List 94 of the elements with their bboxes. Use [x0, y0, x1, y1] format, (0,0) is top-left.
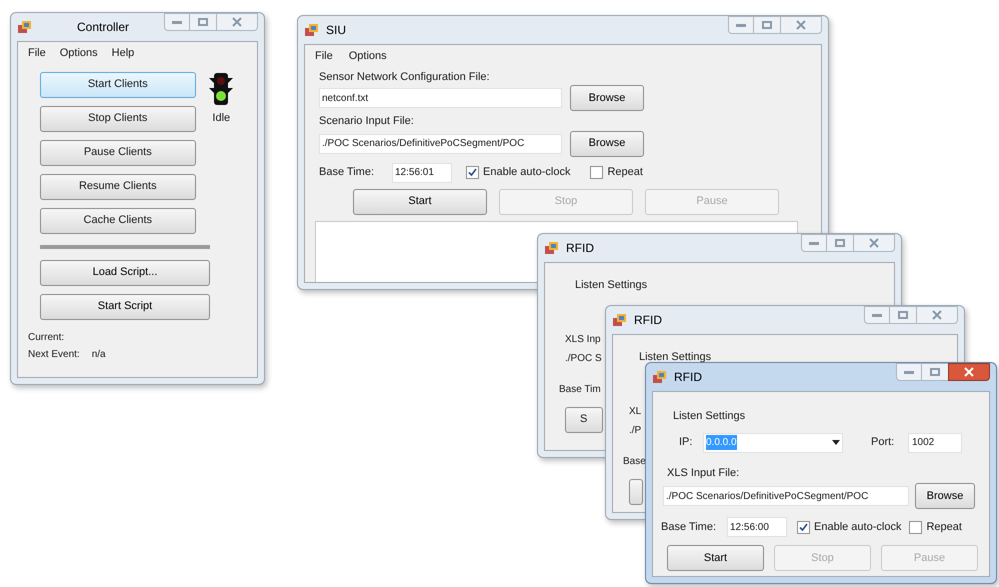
minimize-button[interactable] [896, 363, 922, 381]
checkmark-icon [799, 522, 808, 532]
maximize-button[interactable] [827, 234, 853, 252]
input-field[interactable]: ./POC Scenarios/DefinitivePoCSegment/POC [319, 134, 562, 154]
browse-button[interactable]: Load Script... [40, 260, 210, 286]
window-title: Controller [77, 19, 130, 36]
input-field[interactable]: 1002 [908, 432, 962, 452]
window-title: RFID [566, 240, 594, 257]
group-label: Listen Settings [575, 278, 648, 293]
minimize-icon [172, 20, 182, 24]
app-icon [612, 312, 628, 328]
checkbox-label: Repeat [607, 165, 643, 180]
menu-item[interactable]: File [28, 45, 46, 62]
group-label: Listen Settings [639, 350, 712, 365]
field-label: IP: [679, 435, 694, 450]
dropdown-value: 0.0.0.0 [706, 435, 737, 450]
menu-item[interactable]: Options [60, 45, 98, 62]
field-label: XLS Input File: [667, 466, 740, 480]
app-icon [652, 369, 668, 385]
input-field[interactable]: ./P [629, 422, 642, 438]
field-label: Base Time: [319, 165, 376, 180]
action-button[interactable]: Start [667, 545, 764, 571]
input-field[interactable]: ./POC Scenarios/DefinitivePoCSegment/POC [663, 486, 909, 506]
action-button[interactable]: Start [353, 188, 487, 214]
minimize-icon [872, 314, 882, 316]
maximize-icon [762, 21, 772, 29]
maximize-icon [930, 368, 940, 376]
minimize-button[interactable] [864, 306, 890, 324]
checkbox[interactable] [909, 520, 922, 534]
maximize-icon [898, 311, 908, 319]
minimize-button[interactable] [801, 234, 827, 252]
traffic-light-icon [209, 72, 234, 106]
next-event-label: Next Event: [28, 348, 80, 362]
minimize-icon [736, 24, 746, 26]
field-label: Base [623, 454, 646, 468]
minimize-icon [809, 242, 819, 244]
close-icon [796, 20, 806, 30]
input-field[interactable]: netconf.txt [319, 88, 562, 108]
maximize-icon [198, 18, 208, 26]
maximize-button[interactable] [754, 16, 780, 34]
window-title: SIU [326, 22, 346, 39]
window-title: RFID [674, 369, 702, 386]
client-button[interactable]: Resume Clients [40, 174, 196, 200]
close-icon [932, 310, 942, 320]
menu-item[interactable]: File [315, 48, 333, 64]
checkbox[interactable] [797, 520, 810, 534]
checkbox-label: Enable auto-clock [814, 520, 902, 535]
close-icon [964, 367, 974, 377]
field-label: XL [629, 404, 642, 418]
current-label: Current: [28, 330, 66, 344]
browse-button[interactable]: Browse [570, 130, 644, 156]
action-button[interactable]: S [565, 406, 603, 432]
maximize-button[interactable] [190, 13, 216, 31]
browse-button[interactable]: Browse [570, 85, 644, 111]
app-icon [304, 22, 320, 38]
field-label: Scenario Input File: [319, 114, 415, 129]
field-label: Port: [871, 435, 896, 450]
checkbox-label: Repeat [926, 520, 962, 535]
menu-item[interactable]: Help [112, 45, 134, 62]
field-label: XLS Inp [565, 332, 601, 346]
maximize-button[interactable] [890, 306, 916, 324]
group-label: Listen Settings [673, 409, 746, 424]
field-label: Sensor Network Configuration File: [319, 70, 491, 84]
app-icon [17, 19, 33, 35]
input-field[interactable]: 12:56:01 [392, 162, 452, 182]
checkbox[interactable] [466, 166, 479, 179]
browse-button[interactable]: Start Script [40, 294, 210, 320]
app-icon [544, 240, 560, 256]
maximize-icon [835, 239, 845, 247]
dropdown-arrow-icon [832, 440, 840, 445]
minimize-button[interactable] [164, 13, 190, 31]
minimize-icon [904, 370, 914, 374]
close-icon [869, 238, 879, 248]
client-button[interactable]: Pause Clients [40, 140, 196, 166]
next-event-value: n/a [92, 348, 106, 362]
client-button[interactable]: Stop Clients [40, 106, 196, 132]
checkbox-label: Enable auto-clock [483, 165, 570, 180]
checkmark-icon [468, 168, 477, 177]
input-field[interactable]: 12:56:00 [727, 517, 787, 537]
window-title: RFID [634, 312, 662, 329]
menu-item[interactable]: Options [348, 48, 387, 64]
field-label: Base Time: [661, 520, 718, 535]
close-icon [232, 17, 242, 27]
status-text: Idle [212, 110, 230, 126]
button[interactable] [629, 478, 643, 504]
field-label: Base Tim [559, 382, 601, 396]
client-button[interactable]: Start Clients [40, 72, 196, 98]
client-button[interactable]: Cache Clients [40, 208, 196, 234]
minimize-button[interactable] [728, 16, 754, 34]
checkbox[interactable] [590, 166, 604, 179]
browse-button[interactable]: Browse [915, 483, 975, 509]
maximize-button[interactable] [922, 363, 948, 381]
close-button[interactable] [948, 363, 990, 381]
input-field[interactable]: ./POC S [565, 350, 602, 366]
